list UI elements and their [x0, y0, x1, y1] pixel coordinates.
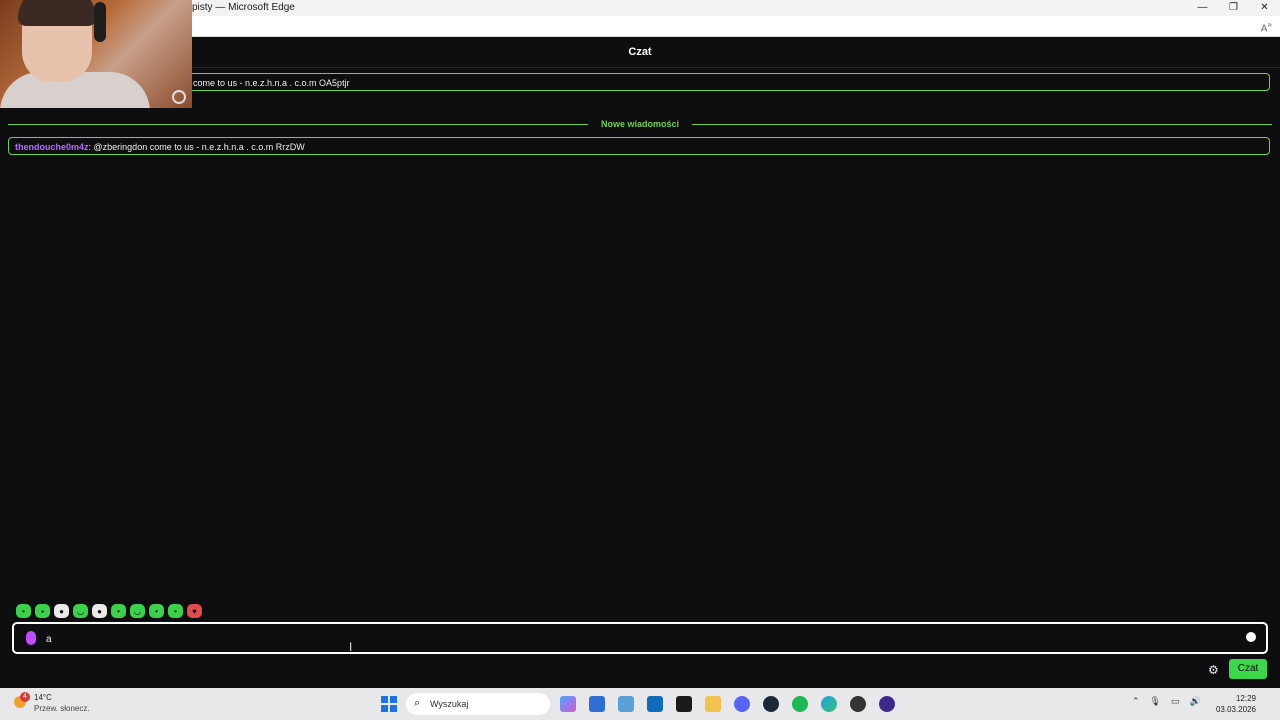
- emote-icon[interactable]: ♥: [187, 604, 202, 618]
- emote-bar: • ▪ ● ◡ ● • ◡ • • ♥: [16, 604, 202, 618]
- discord-icon[interactable]: [734, 696, 750, 712]
- emote-icon[interactable]: ◡: [130, 604, 145, 618]
- emote-icon[interactable]: ▪: [35, 604, 50, 618]
- file-explorer-icon[interactable]: [705, 696, 721, 712]
- store-icon[interactable]: [589, 696, 605, 712]
- notification-badge: 4: [20, 692, 30, 702]
- emote-icon[interactable]: •: [111, 604, 126, 618]
- copilot-icon[interactable]: [560, 696, 576, 712]
- emote-icon[interactable]: ●: [92, 604, 107, 618]
- send-chat-button[interactable]: Czat: [1229, 659, 1267, 679]
- chat-header: Czat: [0, 37, 1280, 68]
- start-button-icon[interactable]: [381, 696, 397, 712]
- window-title: pisty — Microsoft Edge: [192, 2, 295, 13]
- emote-icon[interactable]: •: [16, 604, 31, 618]
- volume-icon[interactable]: 🔊: [1190, 696, 1201, 707]
- settings-gear-icon[interactable]: ⚙: [1208, 663, 1219, 677]
- clock-time: 12:29: [1235, 694, 1256, 703]
- text-cursor-icon: I: [349, 640, 353, 654]
- app-icon[interactable]: [879, 696, 895, 712]
- emote-icon[interactable]: •: [168, 604, 183, 618]
- spotify-icon[interactable]: [792, 696, 808, 712]
- outlook-icon[interactable]: [647, 696, 663, 712]
- window-title-bar: pisty — Microsoft Edge — ❐ ✕: [0, 0, 1280, 16]
- microphone-icon[interactable]: [26, 631, 36, 645]
- message-text: @zberingdon come to us - n.e.z.h.n.a . c…: [93, 142, 305, 152]
- microphone-tray-icon[interactable]: 🎙: [1150, 696, 1161, 707]
- webcam-overlay: [0, 0, 192, 108]
- weather-desc: Przew. słonecz.: [34, 704, 90, 713]
- clock-date: 03.03.2026: [1215, 705, 1256, 714]
- camera-icon: [172, 90, 186, 104]
- read-aloud-icon[interactable]: A»: [1261, 19, 1272, 34]
- close-icon[interactable]: ✕: [1249, 0, 1280, 16]
- chat-message[interactable]: thendouche0m4z: @zberingdon come to us -…: [8, 137, 1270, 155]
- obs-icon[interactable]: [850, 696, 866, 712]
- terminal-icon[interactable]: [676, 696, 692, 712]
- taskbar: 4 14°C Przew. słonecz. ⌕ Wyszukaj ⌃ 🎙 ▭ …: [0, 688, 1280, 720]
- browser-toolbar: A»: [0, 16, 1280, 37]
- search-icon: ⌕: [414, 697, 421, 709]
- new-messages-divider: Nowe wiadomości: [8, 117, 1272, 131]
- system-tray: ⌃ 🎙 ▭ 🔊: [1132, 696, 1201, 707]
- emoji-picker-icon[interactable]: [1246, 632, 1256, 642]
- emote-icon[interactable]: •: [149, 604, 164, 618]
- chat-input[interactable]: [44, 630, 1228, 648]
- taskbar-search[interactable]: ⌕ Wyszukaj: [406, 693, 550, 715]
- minimize-icon[interactable]: —: [1187, 0, 1218, 16]
- message-username[interactable]: thendouche0m4z: [15, 142, 89, 152]
- emote-icon[interactable]: ●: [54, 604, 69, 618]
- emote-icon[interactable]: ◡: [73, 604, 88, 618]
- steam-icon[interactable]: [763, 696, 779, 712]
- chat-message[interactable]: come to us - n.e.z.h.n.a . c.o.m OA5ptjr: [8, 73, 1270, 91]
- edge-icon[interactable]: [821, 696, 837, 712]
- chevron-up-icon[interactable]: ⌃: [1132, 696, 1140, 707]
- network-icon[interactable]: ▭: [1171, 696, 1180, 707]
- chat-title: Czat: [628, 46, 652, 58]
- photos-icon[interactable]: [618, 696, 634, 712]
- clock[interactable]: 12:29 03.03.2026: [1206, 693, 1256, 715]
- restore-icon[interactable]: ❐: [1218, 0, 1249, 16]
- chat-input-box[interactable]: [12, 622, 1268, 654]
- taskbar-apps: [560, 696, 895, 712]
- weather-temp: 14°C: [34, 693, 52, 702]
- search-placeholder: Wyszukaj: [430, 699, 469, 709]
